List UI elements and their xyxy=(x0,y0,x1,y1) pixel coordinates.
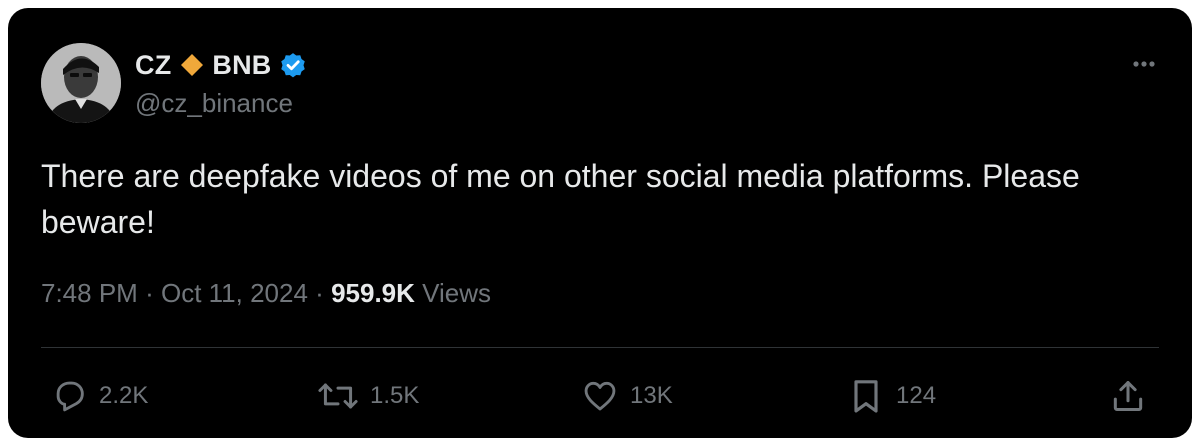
author-name-suffix[interactable]: BNB xyxy=(212,50,271,81)
reply-icon xyxy=(56,381,84,412)
views-count[interactable]: 959.9K xyxy=(331,278,415,308)
more-horizontal-icon[interactable] xyxy=(1128,54,1160,74)
heart-icon xyxy=(584,381,616,411)
share-button[interactable] xyxy=(1109,374,1157,418)
verified-badge-icon[interactable] xyxy=(278,50,308,80)
tweet-meta: 7:48 PM · Oct 11, 2024 · 959.9K Views xyxy=(41,278,491,309)
like-button[interactable]: 13K xyxy=(580,374,673,418)
avatar-image xyxy=(41,43,121,123)
share-icon xyxy=(1113,381,1143,411)
divider xyxy=(41,347,1159,348)
tweet-card: CZ BNB @cz_binance There are deepfake vi… xyxy=(8,8,1192,438)
reply-button[interactable]: 2.2K xyxy=(51,374,148,418)
repost-count: 1.5K xyxy=(370,382,420,409)
author-handle[interactable]: @cz_binance xyxy=(135,88,293,119)
bookmark-count: 124 xyxy=(896,382,937,409)
diamond-icon xyxy=(180,53,204,77)
bookmark-button[interactable]: 124 xyxy=(846,374,936,418)
author-name[interactable]: CZ xyxy=(135,50,171,81)
author-name-row[interactable]: CZ BNB xyxy=(135,45,308,85)
meta-separator: · xyxy=(315,278,324,308)
avatar[interactable] xyxy=(41,43,121,123)
like-count: 13K xyxy=(630,382,673,409)
tweet-date[interactable]: Oct 11, 2024 xyxy=(161,278,308,308)
meta-separator: · xyxy=(145,278,154,308)
reply-count: 2.2K xyxy=(99,382,149,409)
views-label[interactable]: Views xyxy=(422,278,491,308)
bookmark-icon xyxy=(854,380,878,413)
tweet-text: There are deepfake videos of me on other… xyxy=(41,158,1080,240)
repost-icon xyxy=(318,383,358,409)
tweet-time[interactable]: 7:48 PM xyxy=(41,278,138,308)
repost-button[interactable]: 1.5K xyxy=(316,374,419,418)
